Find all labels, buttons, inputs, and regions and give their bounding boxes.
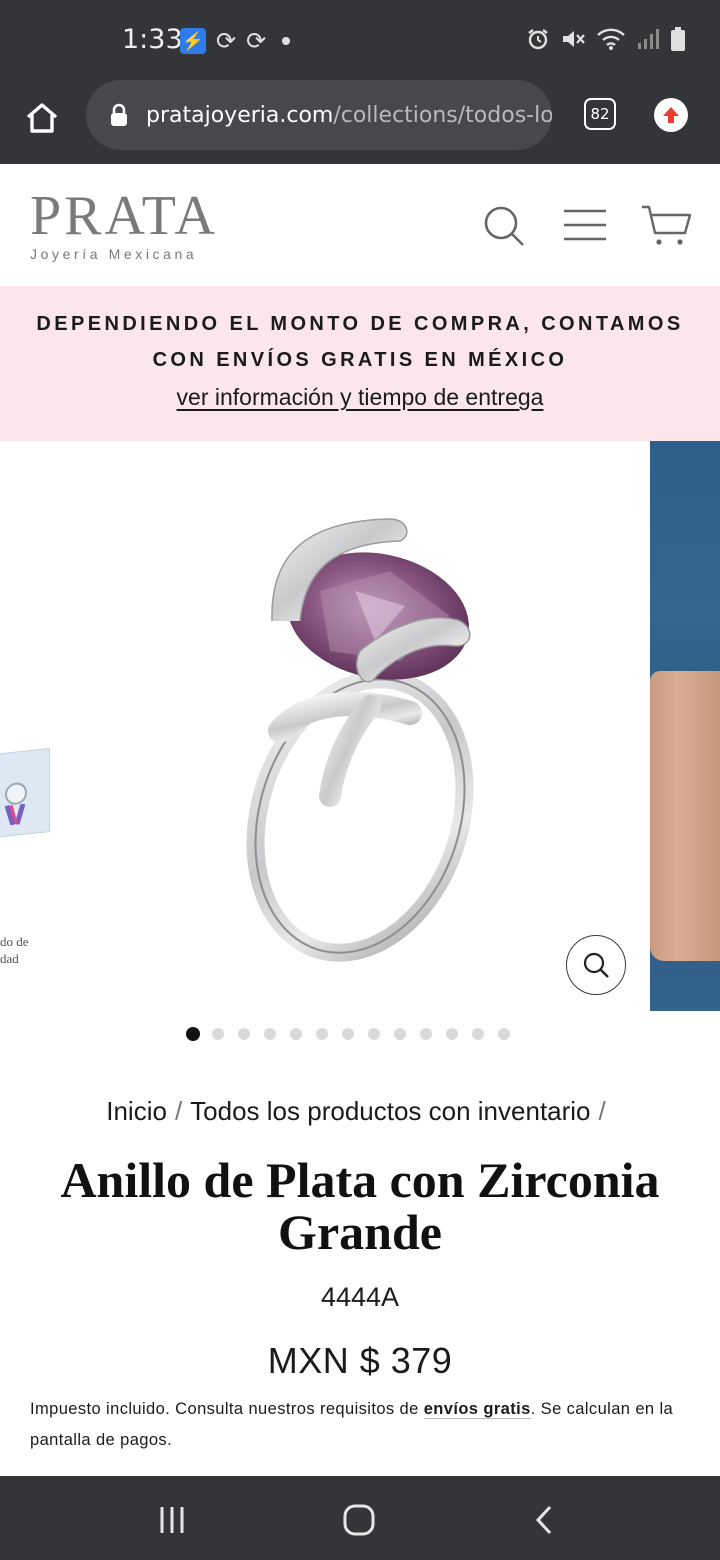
browser-toolbar: pratajoyeria.com/collections/todos-los- … bbox=[0, 80, 720, 164]
home-nav-button[interactable] bbox=[337, 1498, 381, 1542]
gallery-pagination bbox=[186, 1027, 510, 1041]
recent-apps-icon bbox=[160, 1507, 184, 1533]
certificate-caption-line2: dad bbox=[0, 951, 19, 966]
dot-icon bbox=[282, 37, 291, 45]
breadcrumb-home[interactable]: Inicio bbox=[106, 1096, 167, 1126]
status-icons-left: ⚡ ⟳ ⟳ bbox=[180, 27, 291, 55]
gallery-dot[interactable] bbox=[472, 1028, 484, 1040]
logo-tagline: Joyería Mexicana bbox=[30, 246, 198, 262]
model-arm-image bbox=[650, 671, 720, 961]
tax-note-prefix: Impuesto incluido. Consulta nuestros req… bbox=[30, 1400, 424, 1418]
breadcrumb-collection[interactable]: Todos los productos con inventario bbox=[190, 1096, 590, 1126]
tab-switcher-button[interactable]: 82 bbox=[584, 98, 616, 130]
gallery-dot[interactable] bbox=[420, 1028, 432, 1040]
gallery-dot[interactable] bbox=[264, 1028, 276, 1040]
product-sku: 4444A bbox=[320, 1282, 400, 1312]
product-price: MXN $ 379 bbox=[267, 1340, 453, 1381]
mute-icon bbox=[563, 31, 585, 47]
breadcrumb-separator: / bbox=[598, 1096, 606, 1126]
gallery-dot[interactable] bbox=[368, 1028, 380, 1040]
status-bar: 1:33 ⚡ ⟳ ⟳ bbox=[0, 0, 720, 80]
cart-icon[interactable] bbox=[640, 204, 692, 248]
recent-apps-button[interactable] bbox=[150, 1498, 194, 1542]
signal-icon bbox=[638, 29, 659, 49]
alarm-icon bbox=[528, 29, 548, 50]
seal-icon bbox=[5, 781, 27, 806]
search-icon[interactable] bbox=[482, 204, 526, 248]
zoom-icon bbox=[583, 952, 609, 978]
breadcrumb: Inicio / Todos los productos con inventari… bbox=[0, 1096, 720, 1127]
url-text: pratajoyeria.com/collections/todos-los- bbox=[146, 103, 552, 128]
gallery-dot[interactable] bbox=[394, 1028, 406, 1040]
gallery-dot[interactable] bbox=[186, 1027, 200, 1041]
url-path: /collections/todos-los- bbox=[333, 102, 552, 128]
announcement-text: DEPENDIENDO EL MONTO DE COMPRA, CONTAMOS… bbox=[36, 313, 684, 371]
url-domain: pratajoyeria.com bbox=[146, 102, 334, 128]
home-icon bbox=[343, 1504, 375, 1536]
wifi-icon bbox=[597, 28, 625, 50]
gallery-dot[interactable] bbox=[212, 1028, 224, 1040]
next-image-peek[interactable] bbox=[650, 441, 720, 1011]
status-icons-right bbox=[526, 26, 686, 52]
ribbon-icon bbox=[4, 803, 26, 826]
certificate-caption: do de dad bbox=[0, 933, 29, 967]
product-title-line1: Anillo de Plata con Zirconia bbox=[60, 1152, 660, 1208]
back-button[interactable] bbox=[524, 1498, 568, 1542]
sync-icon: ⟳ bbox=[246, 27, 267, 55]
zoom-button[interactable] bbox=[566, 935, 626, 995]
menu-icon[interactable] bbox=[562, 208, 608, 242]
product-gallery[interactable]: do de dad bbox=[0, 441, 720, 1011]
free-shipping-link[interactable]: envíos gratis bbox=[423, 1400, 531, 1419]
lock-icon bbox=[111, 103, 127, 126]
previous-image-peek[interactable] bbox=[0, 741, 60, 841]
site-logo[interactable]: PRATA Joyería Mexicana bbox=[30, 188, 218, 262]
url-bar[interactable]: pratajoyeria.com/collections/todos-los- bbox=[86, 80, 552, 150]
home-icon bbox=[26, 103, 58, 133]
back-icon bbox=[535, 1505, 552, 1535]
gallery-dot[interactable] bbox=[446, 1028, 458, 1040]
announcement-bar: DEPENDIENDO EL MONTO DE COMPRA, CONTAMOS… bbox=[0, 286, 720, 441]
update-arrow-icon bbox=[663, 107, 679, 123]
bolt-app-icon: ⚡ bbox=[180, 28, 206, 54]
browser-update-button[interactable] bbox=[654, 98, 688, 132]
product-title: Anillo de Plata con Zirconia Grande bbox=[0, 1154, 720, 1258]
product-title-line2: Grande bbox=[278, 1204, 442, 1260]
gallery-dot[interactable] bbox=[290, 1028, 302, 1040]
certificate-caption-line1: do de bbox=[0, 934, 29, 949]
certificate-image bbox=[0, 748, 50, 838]
sync-icon: ⟳ bbox=[216, 27, 237, 55]
site-header: PRATA Joyería Mexicana bbox=[0, 164, 720, 286]
gallery-dot[interactable] bbox=[238, 1028, 250, 1040]
tax-note: Impuesto incluido. Consulta nuestros req… bbox=[30, 1394, 690, 1456]
battery-icon bbox=[671, 27, 685, 51]
breadcrumb-separator: / bbox=[174, 1096, 183, 1126]
browser-home-button[interactable] bbox=[20, 96, 64, 140]
gallery-dot[interactable] bbox=[498, 1028, 510, 1040]
gallery-dot[interactable] bbox=[316, 1028, 328, 1040]
gallery-dot[interactable] bbox=[342, 1028, 354, 1040]
ring-product-image bbox=[246, 518, 474, 962]
status-time: 1:33 bbox=[122, 24, 183, 55]
system-nav-bar bbox=[0, 1476, 720, 1560]
shipping-info-link[interactable]: ver información y tiempo de entrega bbox=[177, 384, 544, 411]
logo-name: PRATA bbox=[30, 185, 218, 247]
